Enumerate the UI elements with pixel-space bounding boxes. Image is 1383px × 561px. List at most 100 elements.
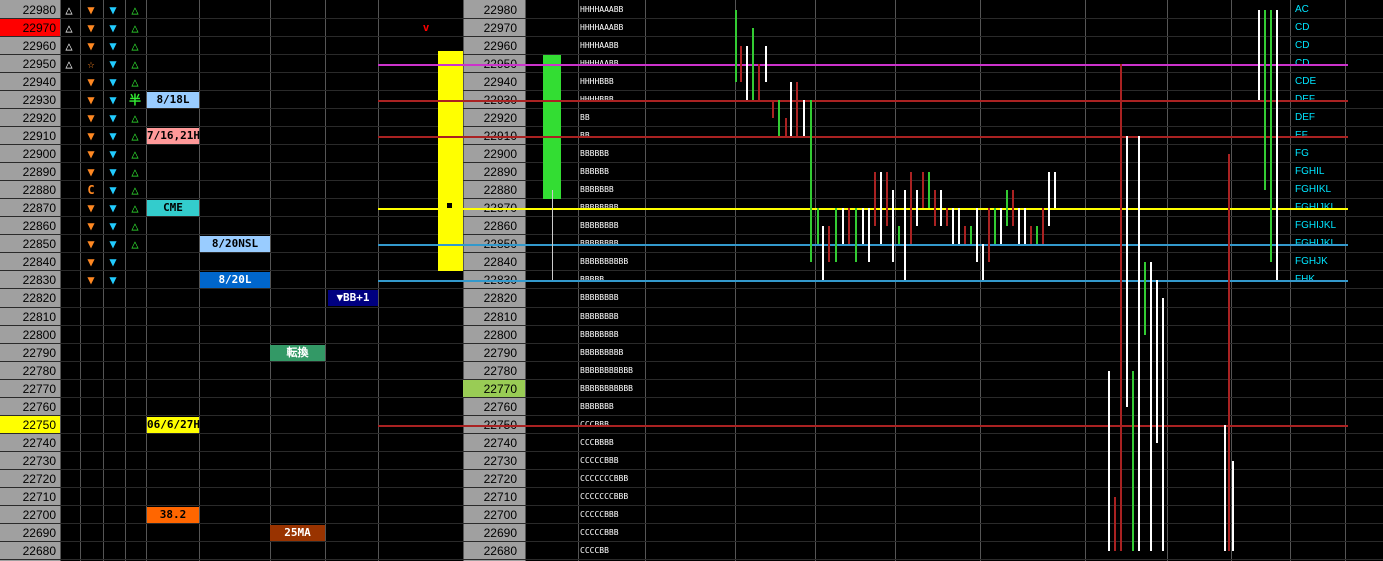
green-triangle-icon: △ (131, 21, 139, 36)
left-price-label: 22770 (22, 381, 56, 396)
orange-triangle-icon: ▼ (87, 129, 95, 144)
left-price-label: 22710 (22, 489, 56, 504)
left-price-label: 22760 (22, 399, 56, 414)
grid-hline (0, 18, 1383, 20)
grid-hline (0, 180, 1383, 182)
price-candle (898, 226, 900, 245)
reference-line (378, 424, 1348, 427)
level-tag: CME (147, 200, 199, 217)
price-candle (994, 208, 996, 245)
grid-vline (125, 0, 126, 561)
left-price-label: 22960 (22, 39, 56, 54)
mid-price-label: 22740 (483, 435, 517, 450)
price-candle (1232, 460, 1234, 551)
price-candle (958, 208, 960, 245)
cyan-triangle-icon: ▼ (109, 219, 117, 234)
left-price-label: 22700 (22, 507, 56, 522)
price-candle (1030, 226, 1032, 245)
cyan-triangle-icon: ▼ (109, 129, 117, 144)
mid-price-label: 22920 (483, 111, 517, 126)
green-triangle-icon: △ (131, 39, 139, 54)
white-triangle-icon: △ (65, 3, 73, 17)
left-price-label: 22730 (22, 453, 56, 468)
grid-hline (0, 504, 1383, 506)
price-candle (790, 82, 792, 137)
price-candle (1144, 262, 1146, 335)
grid-hline (0, 90, 1383, 92)
tpo-letters: CCCCCBBB (580, 455, 619, 465)
green-triangle-icon: △ (131, 183, 139, 198)
tpo-period-label: CD (1295, 22, 1310, 34)
orange-triangle-icon: ▼ (87, 201, 95, 216)
tpo-letters: BBBBBBBB (580, 329, 619, 339)
price-candle (855, 208, 857, 263)
grid-hline (0, 234, 1383, 236)
reference-line (378, 64, 1348, 67)
green-triangle-icon: △ (131, 219, 139, 234)
price-candle (778, 100, 780, 137)
price-candle (1150, 262, 1152, 551)
price-candle (934, 190, 936, 227)
grid-vline (325, 0, 326, 561)
grid-hline (0, 378, 1383, 380)
tpo-period-label: FGHIL (1295, 166, 1325, 178)
left-price-label: 22870 (22, 201, 56, 216)
cyan-triangle-icon: ▼ (109, 75, 117, 90)
mid-price-label: 22680 (483, 543, 517, 558)
price-candle (976, 208, 978, 263)
left-price-label: 22940 (22, 75, 56, 90)
price-candle (1258, 10, 1260, 101)
mid-price-label: 22880 (483, 183, 517, 198)
orange-triangle-icon: ▼ (87, 237, 95, 252)
level-tag: 06/6/27H (147, 416, 200, 433)
grid-hline (0, 108, 1383, 110)
tpo-period-label: FGHIKL (1295, 184, 1332, 196)
grid-hline (0, 144, 1383, 146)
mid-price-label: 22900 (483, 147, 517, 162)
mid-hairline (552, 190, 553, 281)
left-price-label: 22840 (22, 255, 56, 270)
mid-price-label: 22720 (483, 471, 517, 486)
price-candle (1114, 496, 1116, 551)
grid-hline (0, 252, 1383, 254)
grid-hline (0, 522, 1383, 524)
left-price-label: 22900 (22, 147, 56, 162)
price-candle (904, 190, 906, 281)
tpo-period-label: FG (1295, 148, 1309, 160)
green-triangle-icon: △ (131, 111, 139, 126)
price-candle (868, 208, 870, 263)
price-candle (1048, 172, 1050, 227)
tpo-letters: BBBBBBBBBB (580, 257, 629, 267)
profile-bar (543, 55, 561, 200)
left-price-label: 22830 (22, 273, 56, 288)
price-candle (828, 226, 830, 263)
mid-price-label: 22790 (483, 345, 517, 360)
grid-hline (0, 198, 1383, 200)
price-candle (796, 82, 798, 137)
cyan-triangle-icon: ▼ (109, 3, 117, 17)
left-price-label: 22980 (22, 3, 56, 17)
price-candle (765, 46, 767, 83)
grid-hline (0, 432, 1383, 434)
tpo-letters: CCCCCBBB (580, 509, 619, 519)
price-candle (752, 28, 754, 101)
left-price-label: 22890 (22, 165, 56, 180)
price-candle (758, 64, 760, 101)
tpo-letters: CCCCBB (580, 545, 609, 555)
level-tag: 7/16,21H (147, 128, 200, 145)
tpo-letters: CCCCCBBB (580, 527, 619, 537)
grid-hline (0, 396, 1383, 398)
green-triangle-icon: 半 (128, 93, 141, 108)
orange-triangle-icon: ▼ (87, 111, 95, 126)
tpo-letters: BBBBBBB (580, 185, 614, 195)
grid-hline (0, 36, 1383, 38)
price-candle (988, 208, 990, 263)
green-triangle-icon: △ (131, 147, 139, 162)
price-candle (803, 100, 805, 137)
price-candle (1126, 136, 1128, 407)
reference-line (378, 100, 1348, 103)
cyan-triangle-icon: ▼ (109, 21, 117, 36)
grid-vline (80, 0, 81, 561)
tpo-letters: BBBBBBBB (580, 221, 619, 231)
orange-triangle-icon: ▼ (87, 39, 95, 54)
